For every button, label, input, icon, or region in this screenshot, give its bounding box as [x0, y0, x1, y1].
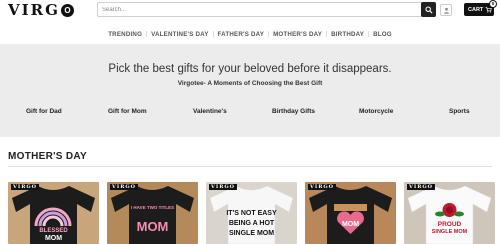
category-valentines[interactable]: Valentine's — [193, 108, 227, 115]
logo-mark: O — [60, 3, 74, 17]
product-card[interactable]: VIRGO IT'S NOT EASY BEING A HOT SINGLE M… — [206, 182, 297, 244]
logo-text: VIRG — [8, 1, 60, 19]
banner-title: Pick the best gifts for your beloved bef… — [108, 63, 392, 75]
product-design-text: IT'S NOT EASY — [226, 210, 277, 217]
product-card[interactable]: VIRGO PROUD SINGLE MOM — [404, 182, 495, 244]
site-header: VIRG O CART 0 — [0, 0, 500, 22]
product-design-text: SINGLE MOM — [431, 229, 468, 235]
nav-item-blog[interactable]: BLOG — [369, 31, 396, 38]
tshirt-image — [309, 186, 392, 244]
product-design-text: MOM — [136, 219, 169, 234]
hero-banner: Pick the best gifts for your beloved bef… — [0, 44, 500, 137]
section-divider — [8, 166, 492, 167]
product-design-text: MOM — [341, 221, 360, 228]
product-design-text: I HAVE TWO TITLES — [130, 205, 175, 210]
product-card[interactable]: VIRGO BLESSED MOM — [8, 182, 99, 244]
search-input[interactable] — [102, 4, 412, 15]
search-icon — [424, 5, 433, 14]
main-nav: TRENDING VALENTINE'S DAY FATHER'S DAY MO… — [0, 27, 500, 41]
product-design-text: BEING A HOT — [228, 220, 275, 227]
account-button[interactable] — [440, 4, 452, 16]
product-brand-tag: VIRGO — [407, 184, 435, 190]
product-design-text: PROUD — [437, 221, 462, 228]
category-motorcycle[interactable]: Motorcycle — [359, 108, 393, 115]
product-brand-tag: VIRGO — [110, 184, 138, 190]
product-brand-tag: VIRGO — [308, 184, 336, 190]
category-gift-for-dad[interactable]: Gift for Dad — [26, 108, 62, 115]
product-brand-tag: VIRGO — [11, 184, 39, 190]
product-card[interactable]: VIRGO MOM — [305, 182, 396, 244]
cart-label: CART — [468, 6, 484, 13]
search-bar — [97, 2, 436, 17]
cart-count-badge: 0 — [489, 0, 497, 8]
banner-subtitle: Virgotee- A Moments of Choosing the Best… — [177, 80, 323, 87]
product-brand-tag: VIRGO — [209, 184, 237, 190]
logo[interactable]: VIRG O — [8, 1, 86, 19]
category-sports[interactable]: Sports — [449, 108, 470, 115]
nav-item-valentines-day[interactable]: VALENTINE'S DAY — [147, 31, 212, 38]
product-design-text: MOM — [44, 235, 63, 242]
category-birthday-gifts[interactable]: Birthday Gifts — [272, 108, 315, 115]
leopard-banner-graphic — [334, 204, 367, 211]
nav-item-birthday[interactable]: BIRTHDAY — [327, 31, 368, 38]
product-design-text: BLESSED — [39, 228, 68, 234]
category-links: Gift for Dad Gift for Mom Valentine's Bi… — [0, 108, 500, 120]
nav-item-mothers-day[interactable]: MOTHER'S DAY — [269, 31, 326, 38]
category-gift-for-mom[interactable]: Gift for Mom — [108, 108, 147, 115]
user-icon — [443, 7, 449, 14]
cart-button[interactable]: CART 0 — [464, 0, 497, 16]
product-design-text: SINGLE MOM — [228, 230, 275, 237]
product-card[interactable]: VIRGO I HAVE TWO TITLES MOM — [107, 182, 198, 244]
search-button[interactable] — [421, 2, 436, 17]
tshirt-image — [111, 186, 194, 244]
nav-item-fathers-day[interactable]: FATHER'S DAY — [214, 31, 269, 38]
section-title: MOTHER'S DAY — [8, 151, 87, 162]
nav-item-trending[interactable]: TRENDING — [104, 31, 146, 38]
